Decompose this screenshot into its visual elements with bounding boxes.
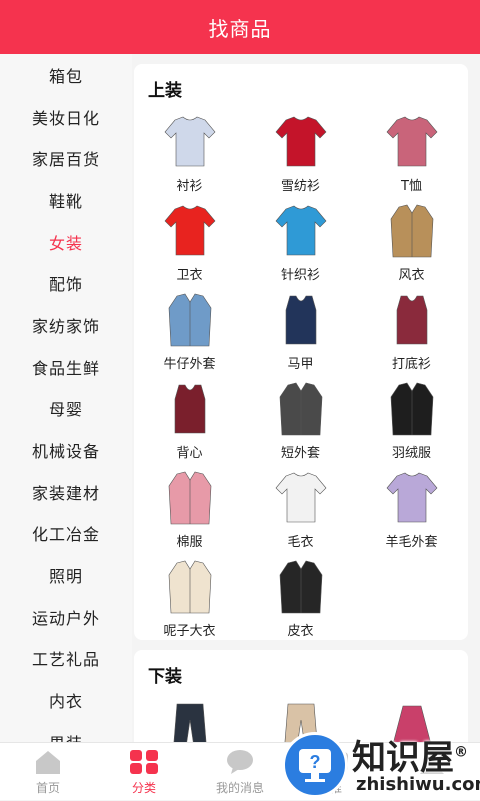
watermark: ? 知识屋® zhishiwu.com xyxy=(280,730,480,800)
sidebar-item[interactable]: 母婴 xyxy=(0,388,132,430)
denim-jacket-icon xyxy=(157,292,223,348)
tab-label: 我的消息 xyxy=(215,781,264,795)
sidebar-item[interactable]: 化工冶金 xyxy=(0,513,132,555)
tank-top-icon xyxy=(157,381,223,437)
camisole-icon xyxy=(379,292,445,348)
watermark-text: 知识屋® xyxy=(352,738,468,778)
section-card-bottoms: 下装 xyxy=(134,650,468,742)
sidebar-item[interactable]: 家装建材 xyxy=(0,471,132,513)
subcategory-item[interactable]: 短外套 xyxy=(245,373,356,462)
wool-coat-icon xyxy=(157,559,223,615)
subcategory-item[interactable]: 毛衣 xyxy=(245,462,356,551)
sidebar-item[interactable]: 鞋靴 xyxy=(0,179,132,221)
subcategory-label: 卫衣 xyxy=(176,268,203,283)
subcategory-item[interactable]: 衬衫 xyxy=(134,106,245,195)
subcategory-label: T恤 xyxy=(401,179,422,194)
subcategory-label: 棉服 xyxy=(176,535,203,550)
message-icon xyxy=(225,749,255,775)
chiffon-shirt-icon xyxy=(268,114,334,170)
subcategory-label: 打底衫 xyxy=(391,357,431,372)
sidebar-item[interactable]: 美妆日化 xyxy=(0,96,132,138)
subcategory-item[interactable]: 风衣 xyxy=(356,195,467,284)
subcategory-item[interactable]: 针织衫 xyxy=(245,195,356,284)
category-icon xyxy=(129,749,159,775)
subcategory-label: 羊毛外套 xyxy=(385,535,438,550)
vest-icon xyxy=(268,292,334,348)
home-icon xyxy=(33,749,63,775)
subcategory-item[interactable]: T恤 xyxy=(356,106,467,195)
pants-icon xyxy=(157,700,223,742)
subcategory-item[interactable]: 羽绒服 xyxy=(356,373,467,462)
subcategory-item[interactable]: 羊毛外套 xyxy=(356,462,467,551)
svg-text:?: ? xyxy=(310,752,321,772)
subcategory-label: 羽绒服 xyxy=(391,446,431,461)
subcategory-item[interactable]: 皮衣 xyxy=(245,551,356,640)
section-title: 下装 xyxy=(148,667,182,687)
sidebar-item[interactable]: 家居百货 xyxy=(0,137,132,179)
tshirt-icon xyxy=(379,114,445,170)
subcategory-label: 马甲 xyxy=(287,357,314,372)
tab-label: 首页 xyxy=(35,781,60,795)
watermark-url: zhishiwu.com xyxy=(356,774,480,795)
sidebar-item[interactable]: 配饰 xyxy=(0,262,132,304)
padded-coat-icon xyxy=(157,470,223,526)
subcategory-item[interactable]: 背心 xyxy=(134,373,245,462)
sidebar-item[interactable]: 运动户外 xyxy=(0,596,132,638)
subcategory-label: 呢子大衣 xyxy=(163,624,216,639)
subcategory-label: 雪纺衫 xyxy=(280,179,320,194)
short-jacket-icon xyxy=(268,381,334,437)
sidebar-item[interactable]: 食品生鲜 xyxy=(0,346,132,388)
tab-message[interactable]: 我的消息 xyxy=(192,743,288,801)
subcategory-label: 风衣 xyxy=(398,268,425,283)
sidebar-item[interactable]: 内衣 xyxy=(0,679,132,721)
sidebar-item[interactable]: 工艺礼品 xyxy=(0,638,132,680)
sidebar-item[interactable]: 机械设备 xyxy=(0,429,132,471)
category-sidebar: 箱包 美妆日化 家居百货 鞋靴 女装 配饰 家纺家饰 食品生鲜 母婴 机械设备 家装建材 化工冶金 照明… xyxy=(0,54,132,742)
subcategory-label: 针织衫 xyxy=(280,268,320,283)
subcategory-label: 衬衫 xyxy=(176,179,203,194)
sidebar-item[interactable]: 女装 xyxy=(0,221,132,263)
subcategory-label: 背心 xyxy=(176,446,203,461)
wool-jacket-icon xyxy=(379,470,445,526)
subcategory-panel: 上装 衬衫 雪纺衫 T恤卫衣 针织衫 风衣牛仔外套 马甲 打底衫背心 短外套 羽绒服棉服 毛衣 羊毛… xyxy=(132,54,480,742)
subcategory-item[interactable]: 马甲 xyxy=(245,284,356,373)
watermark-logo-icon: ? xyxy=(282,732,348,798)
subcategory-item[interactable]: 牛仔外套 xyxy=(134,284,245,373)
tab-home[interactable]: 首页 xyxy=(0,743,96,801)
subcategory-label: 皮衣 xyxy=(287,624,314,639)
tab-label: 分类 xyxy=(131,781,156,795)
subcategory-item[interactable]: 棉服 xyxy=(134,462,245,551)
section-card-tops: 上装 衬衫 雪纺衫 T恤卫衣 针织衫 风衣牛仔外套 马甲 打底衫背心 短外套 羽绒服棉服 毛衣 羊毛… xyxy=(134,64,468,640)
page-title: 找商品 xyxy=(208,16,272,41)
down-jacket-icon xyxy=(379,381,445,437)
subcategory-label: 牛仔外套 xyxy=(163,357,216,372)
subcategory-item[interactable]: 卫衣 xyxy=(134,195,245,284)
section-title: 上装 xyxy=(148,81,182,101)
sidebar-item[interactable]: 照明 xyxy=(0,554,132,596)
sidebar-item[interactable]: 男装 xyxy=(0,721,132,742)
app-header: 找商品 xyxy=(0,0,480,54)
leather-jacket-icon xyxy=(268,559,334,615)
cardigan-icon xyxy=(268,203,334,259)
sidebar-item[interactable]: 箱包 xyxy=(0,54,132,96)
subcategory-label: 毛衣 xyxy=(287,535,314,550)
sweatshirt-icon xyxy=(157,203,223,259)
sweater-icon xyxy=(268,470,334,526)
shirt-icon xyxy=(157,114,223,170)
subcategory-item[interactable]: 雪纺衫 xyxy=(245,106,356,195)
trench-coat-icon xyxy=(379,203,445,259)
subcategory-item[interactable] xyxy=(134,692,245,742)
sidebar-item[interactable]: 家纺家饰 xyxy=(0,304,132,346)
subcategory-item[interactable]: 呢子大衣 xyxy=(134,551,245,640)
subcategory-label: 短外套 xyxy=(280,446,320,461)
tab-category[interactable]: 分类 xyxy=(96,743,192,801)
subcategory-item[interactable]: 打底衫 xyxy=(356,284,467,373)
